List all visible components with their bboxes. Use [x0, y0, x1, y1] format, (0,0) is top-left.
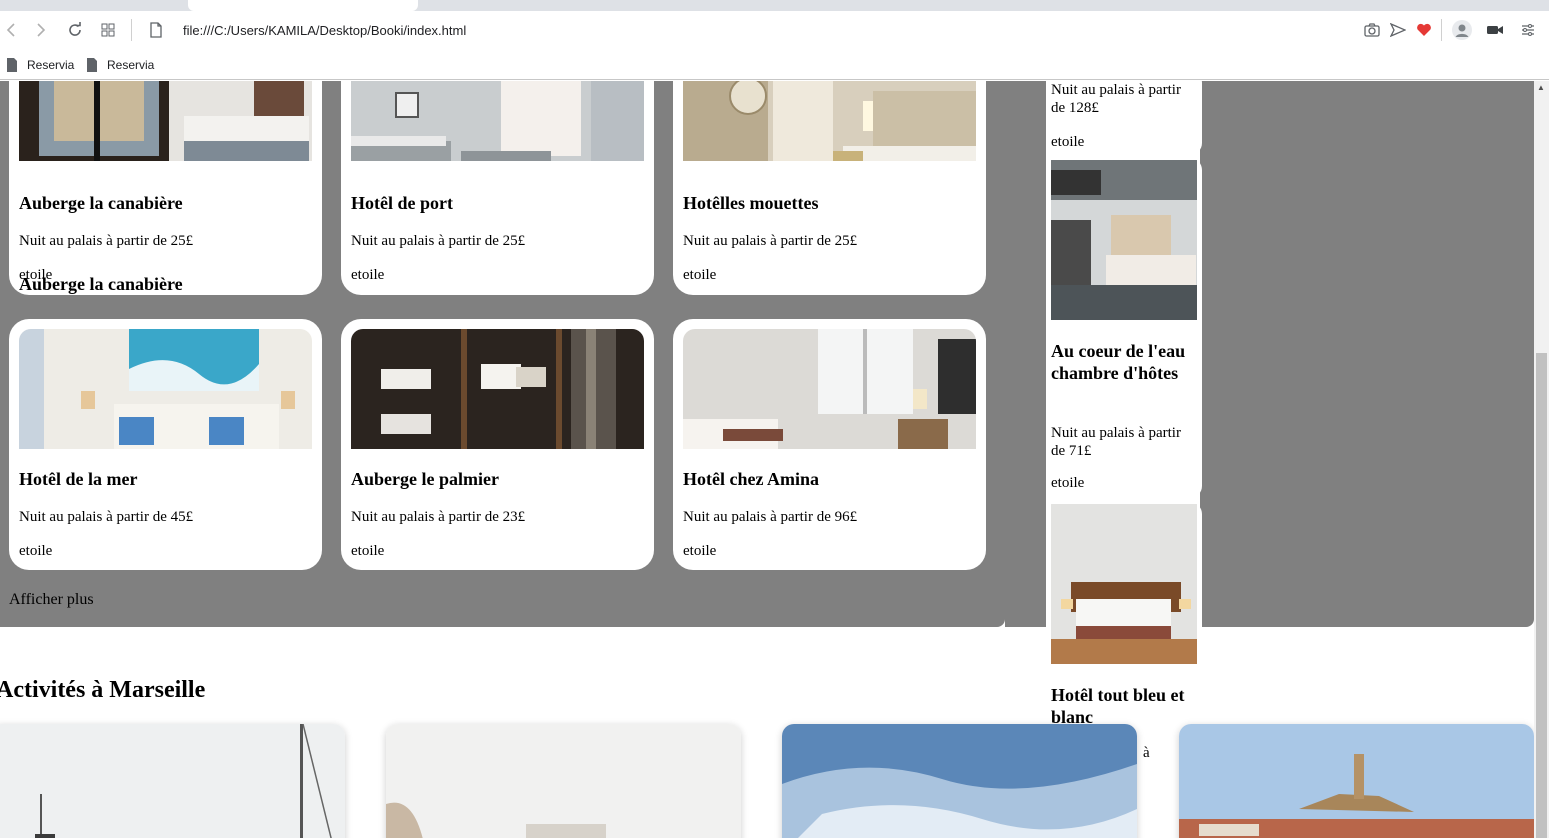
hotel-name: Hotêl de la mer	[19, 469, 138, 489]
popular-rating: etoile	[1051, 134, 1085, 150]
hotel-price: Nuit au palais à partir de 25£	[19, 233, 194, 249]
address-bar[interactable]	[145, 18, 1345, 42]
bookmark-label: Reservia	[107, 58, 155, 72]
popular-name: Au coeur de l'eau chambre d'hôtes	[1051, 341, 1186, 383]
popular-card[interactable]: Nuit au palais à partir de 128£ etoile	[1046, 81, 1202, 155]
hotel-price: Nuit au palais à partir de 25£	[351, 233, 526, 249]
activity-photo	[1179, 724, 1534, 838]
hotel-photo	[351, 329, 644, 449]
hotel-price: Nuit au palais à partir de 45£	[19, 509, 194, 525]
hotel-price: Nuit au palais à partir de 25£	[683, 233, 858, 249]
scrollbar-thumb[interactable]	[1536, 353, 1547, 838]
hotel-card[interactable]: Hotêl chez Amina Nuit au palais à partir…	[673, 319, 986, 570]
bookmark-item[interactable]: Reservia	[6, 55, 74, 75]
hotel-card-text: Auberge la canabière Nuit au palais à pa…	[9, 81, 322, 295]
popular-rating: etoile	[1051, 475, 1085, 491]
vertical-scrollbar[interactable]: ▲	[1534, 81, 1549, 838]
tab-strip	[0, 0, 1549, 11]
popular-price: à	[1143, 745, 1150, 761]
popular-card[interactable]: Au coeur de l'eau chambre d'hôtes Nuit a…	[1046, 158, 1202, 498]
hotel-rating: etoile	[19, 267, 53, 283]
popular-photo	[1051, 160, 1197, 320]
hotel-card[interactable]: Auberge le palmier Nuit au palais à part…	[341, 319, 654, 570]
settings-sliders-icon[interactable]	[1517, 19, 1539, 41]
document-icon	[7, 58, 17, 72]
activity-photo	[782, 724, 1137, 838]
hotel-name: Hotêl chez Amina	[683, 469, 819, 489]
active-tab[interactable]	[188, 0, 418, 11]
hotel-rating: etoile	[683, 267, 717, 283]
hotel-rating: etoile	[351, 267, 385, 283]
hotel-name: Auberge le palmier	[351, 469, 499, 489]
document-icon	[87, 58, 97, 72]
hotel-price: Nuit au palais à partir de 96£	[683, 509, 858, 525]
activity-card[interactable]	[386, 724, 741, 838]
show-more-link[interactable]: Afficher plus	[9, 591, 94, 609]
hotel-card-text: Hotêlles mouettes Nuit au palais à parti…	[673, 81, 986, 295]
hotel-rating: etoile	[351, 543, 385, 559]
bookmark-item[interactable]: Reservia	[86, 55, 154, 75]
popular-price: Nuit au palais à partir de 128£	[1051, 82, 1181, 116]
camera-icon[interactable]	[1361, 19, 1383, 41]
activity-card[interactable]	[1179, 724, 1534, 838]
hotel-name: Hotêl de port	[351, 193, 453, 213]
forward-icon[interactable]	[30, 19, 52, 41]
file-icon	[150, 22, 162, 38]
hotel-price: Nuit au palais à partir de 23£	[351, 509, 526, 525]
toolbar-separator	[131, 19, 132, 41]
activity-card[interactable]	[782, 724, 1137, 838]
hotel-photo	[683, 329, 976, 449]
popular-price: Nuit au palais à partir de 71£	[1051, 425, 1181, 459]
heart-icon[interactable]	[1413, 19, 1435, 41]
browser-toolbar	[0, 11, 1549, 49]
reload-icon[interactable]	[64, 19, 86, 41]
hotel-rating: etoile	[19, 543, 53, 559]
bookmark-label: Reservia	[27, 58, 75, 72]
activity-card[interactable]	[0, 724, 345, 838]
panel-strip	[1005, 81, 1046, 627]
url-input[interactable]	[183, 22, 1083, 38]
hotel-name: Auberge la canabière	[19, 193, 183, 213]
profile-avatar-icon[interactable]	[1451, 19, 1473, 41]
scroll-up-icon[interactable]: ▲	[1537, 83, 1545, 92]
activities-title: Activités à Marseille	[0, 677, 206, 703]
tabs-grid-icon[interactable]	[97, 19, 119, 41]
hotel-card-text: Hotêl de port Nuit au palais à partir de…	[341, 81, 654, 295]
hotel-photo	[19, 329, 312, 449]
activity-photo	[386, 724, 741, 838]
popular-panel	[1200, 81, 1534, 627]
video-icon[interactable]	[1484, 19, 1506, 41]
back-icon[interactable]	[0, 19, 22, 41]
hotel-rating: etoile	[683, 543, 717, 559]
toolbar-separator	[1441, 19, 1442, 41]
bookmarks-bar: Reservia Reservia	[0, 49, 1549, 80]
send-icon[interactable]	[1387, 19, 1409, 41]
popular-name: Hotêl tout bleu et blanc	[1051, 685, 1185, 727]
page-viewport: Auberge la canabière Auberge la canabièr…	[0, 81, 1549, 838]
activity-photo	[0, 724, 345, 838]
popular-photo	[1051, 504, 1197, 664]
hotel-name: Hotêlles mouettes	[683, 193, 819, 213]
hotel-card[interactable]: Hotêl de la mer Nuit au palais à partir …	[9, 319, 322, 570]
